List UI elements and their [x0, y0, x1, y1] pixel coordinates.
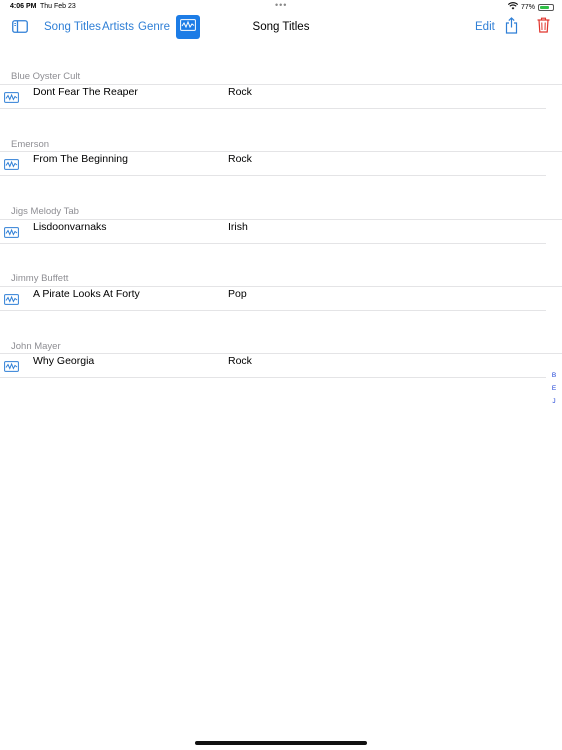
song-title: Why Georgia: [33, 355, 95, 367]
section-header: John Mayer: [11, 341, 61, 352]
song-row[interactable]: Lisdoonvarnaks Irish: [0, 219, 562, 244]
edit-button[interactable]: Edit: [475, 21, 495, 33]
home-indicator[interactable]: [195, 741, 367, 745]
song-title: Dont Fear The Reaper: [33, 86, 138, 98]
section-header: Blue Oyster Cult: [11, 71, 81, 82]
row-divider: [0, 377, 546, 378]
song-genre: Pop: [228, 288, 247, 300]
waveform-icon: [4, 292, 19, 305]
section-header: Emerson: [11, 139, 50, 150]
song-row[interactable]: Dont Fear The Reaper Rock: [0, 84, 562, 109]
delete-button[interactable]: [537, 17, 550, 38]
status-bar: 4:06 PM Thu Feb 23 ••• 77%: [0, 0, 562, 14]
song-title: Lisdoonvarnaks: [33, 221, 107, 233]
wifi-icon: [507, 2, 519, 12]
waveform-icon: [180, 18, 196, 36]
section-header: Jigs Melody Tab: [11, 206, 79, 217]
song-genre: Rock: [228, 86, 252, 98]
row-divider: [0, 84, 562, 85]
tab-artists[interactable]: Artists: [102, 21, 134, 33]
row-divider: [0, 310, 546, 311]
status-date: Thu Feb 23: [40, 3, 76, 10]
battery-percent: 77%: [520, 3, 535, 11]
song-row[interactable]: A Pirate Looks At Forty Pop: [0, 286, 562, 311]
row-divider: [0, 108, 546, 109]
waveform-icon: [4, 225, 19, 238]
battery-icon: [538, 3, 554, 11]
row-divider: [0, 286, 562, 287]
battery-fill: [540, 5, 550, 9]
waveform-icon: [4, 90, 19, 103]
tab-song-titles[interactable]: Song Titles: [44, 21, 101, 33]
index-letter-j[interactable]: J: [549, 398, 559, 411]
sidebar-toggle-icon[interactable]: [12, 20, 28, 38]
song-title: From The Beginning: [33, 153, 128, 165]
row-divider: [0, 219, 562, 220]
song-row[interactable]: Why Georgia Rock: [0, 353, 562, 378]
row-divider: [0, 151, 562, 152]
song-genre: Rock: [228, 153, 252, 165]
tab-genre[interactable]: Genre: [138, 21, 170, 33]
share-button[interactable]: [505, 17, 518, 39]
waveform-icon: [4, 157, 19, 170]
trash-icon: [537, 17, 550, 37]
song-row[interactable]: From The Beginning Rock: [0, 151, 562, 176]
index-letter-e[interactable]: E: [549, 385, 559, 398]
navigation-bar: Song Titles Artists Genre Song Titles Ed…: [0, 14, 562, 44]
status-time: 4:06 PM: [10, 3, 37, 10]
waveform-icon: [4, 359, 19, 372]
row-divider: [0, 353, 562, 354]
row-divider: [0, 175, 546, 176]
waveform-button[interactable]: [176, 15, 200, 39]
row-divider: [0, 243, 546, 244]
section-header: Jimmy Buffett: [11, 273, 69, 284]
song-genre: Rock: [228, 355, 252, 367]
section-index: B E J: [549, 372, 559, 411]
status-indicators: 77%: [507, 2, 554, 12]
song-title: A Pirate Looks At Forty: [33, 288, 140, 300]
song-genre: Irish: [228, 221, 248, 233]
multitasking-dots[interactable]: •••: [275, 0, 287, 10]
index-letter-b[interactable]: B: [549, 372, 559, 385]
share-icon: [505, 17, 518, 38]
